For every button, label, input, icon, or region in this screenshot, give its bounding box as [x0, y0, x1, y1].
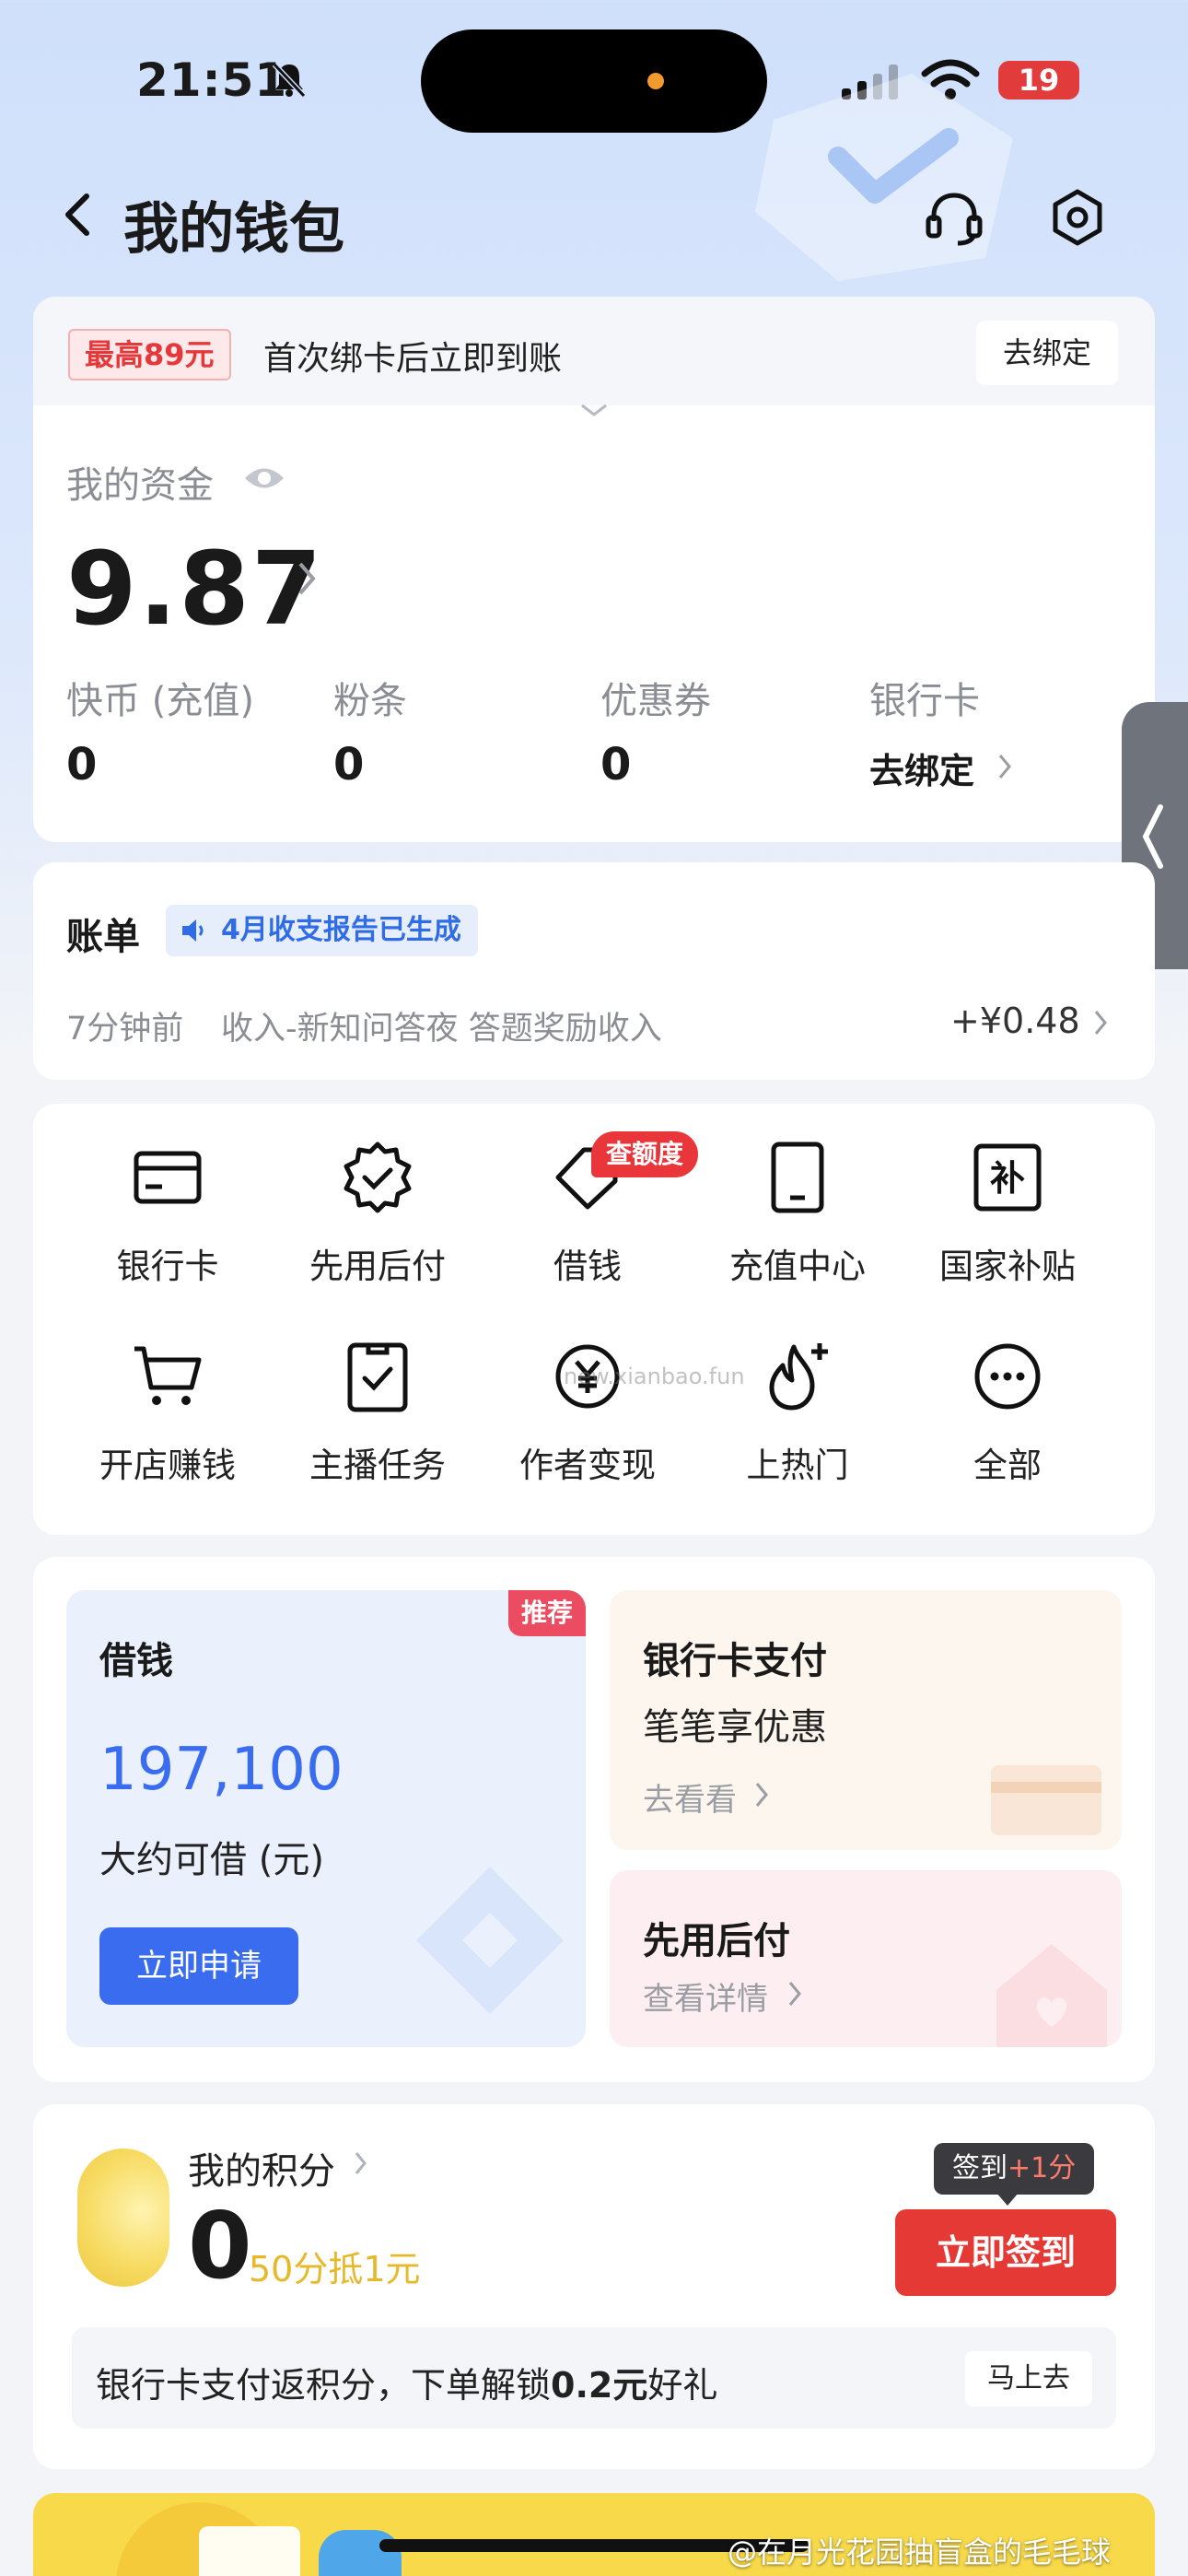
chevron-right-icon	[755, 1783, 768, 1807]
service-label: 作者变现	[519, 1446, 656, 1485]
chevron-down-icon	[581, 404, 607, 416]
promo-text: 首次绑卡后立即到账	[263, 340, 563, 378]
points-title[interactable]: 我的积分	[188, 2141, 335, 2195]
checkin-button[interactable]: 立即签到	[895, 2209, 1116, 2296]
points-value: 0	[188, 2192, 252, 2300]
loan-title: 借钱	[99, 1640, 173, 1682]
camera-indicator	[647, 73, 664, 89]
points-promo-pre: 银行卡支付返积分，下单解锁	[96, 2365, 552, 2406]
funds-value[interactable]: 9.87	[66, 530, 323, 648]
chevron-left-icon	[1142, 804, 1163, 869]
bank-card-label: 银行卡	[869, 680, 980, 722]
service-label: 主播任务	[309, 1446, 446, 1485]
chevron-right-icon	[788, 1982, 801, 2006]
chevron-right-icon	[1094, 1011, 1107, 1035]
shield-decoration-icon	[755, 74, 1013, 281]
service-label: 上热门	[746, 1446, 849, 1485]
service-pay-later[interactable]: 先用后付	[276, 1139, 479, 1295]
card-decoration-icon	[991, 1765, 1101, 1835]
service-topup-center[interactable]: 充值中心	[696, 1139, 899, 1295]
service-bank-card[interactable]: 银行卡	[66, 1139, 269, 1295]
bank-pay-link[interactable]: 去看看	[643, 1774, 737, 1820]
funds-label: 我的资金	[66, 464, 214, 507]
fentiao-label: 粉条	[333, 680, 407, 722]
bill-time: 7分钟前	[66, 1011, 184, 1048]
kuaibi-label: 快币 (充值)	[66, 680, 254, 722]
promo-badge: 最高89元	[68, 329, 231, 381]
page-title: 我的钱包	[123, 197, 344, 262]
service-streamer-tasks[interactable]: 主播任务	[276, 1338, 479, 1494]
bind-card-button[interactable]: 去绑定	[976, 321, 1118, 385]
coupon-value[interactable]: 0	[600, 739, 631, 790]
status-time: 21:51	[136, 53, 288, 107]
service-open-shop[interactable]: 开店赚钱	[66, 1338, 269, 1494]
headset-icon[interactable]	[921, 184, 987, 251]
chevron-right-icon	[998, 755, 1011, 779]
points-promo-text: 银行卡支付返积分，下单解锁0.2元好礼	[96, 2357, 717, 2407]
bind-bank-card-link[interactable]: 去绑定	[869, 743, 974, 793]
points-hint: 50分抵1元	[249, 2249, 421, 2289]
service-all[interactable]: 全部	[906, 1338, 1109, 1494]
subsidy-icon: 补	[973, 1143, 1042, 1212]
chevron-right-icon[interactable]	[295, 558, 319, 599]
service-label: 开店赚钱	[99, 1446, 236, 1485]
apply-now-button[interactable]: 立即申请	[99, 1927, 298, 2005]
dynamic-island	[421, 29, 767, 133]
service-label: 充值中心	[729, 1247, 866, 1286]
watermark-text: new.xianbao.fun	[564, 1364, 745, 1389]
more-icon	[974, 1343, 1041, 1410]
recommend-badge: 推荐	[508, 1590, 586, 1636]
points-promo-post: 好礼	[647, 2365, 718, 2406]
service-label: 借钱	[553, 1247, 622, 1286]
kuaibi-value[interactable]: 0	[66, 739, 97, 790]
service-label: 银行卡	[116, 1247, 219, 1286]
service-label: 全部	[973, 1446, 1042, 1485]
tooltip-pointer	[996, 2193, 1019, 2206]
checkin-tip-text: 签到	[952, 2152, 1007, 2184]
bank-pay-subtitle: 笔笔享优惠	[643, 1706, 827, 1749]
bill-report-tag[interactable]: 4月收支报告已生成	[166, 905, 478, 956]
loan-amount: 197,100	[99, 1736, 344, 1804]
clipboard-check-icon	[347, 1342, 408, 1412]
banner-decoration-icon	[116, 2502, 402, 2576]
house-heart-decoration-icon	[996, 1944, 1107, 2047]
loan-subtitle: 大约可借 (元)	[99, 1839, 324, 1881]
eye-icon[interactable]	[243, 459, 285, 498]
flame-plus-icon	[769, 1343, 828, 1411]
coupon-label: 优惠券	[600, 680, 711, 722]
service-label: 国家补贴	[939, 1247, 1076, 1286]
service-boost-hot[interactable]: 上热门	[696, 1338, 899, 1494]
speaker-icon	[182, 919, 204, 942]
source-credit: @在月光花园抽盲盒的毛毛球	[728, 2535, 1112, 2570]
cart-icon	[134, 1346, 202, 1405]
points-promo-bold: 0.2元	[551, 2365, 648, 2406]
diamond-decoration-icon	[416, 1867, 564, 2014]
fentiao-value[interactable]: 0	[333, 739, 364, 790]
points-coin-icon	[77, 2149, 169, 2287]
pay-later-title: 先用后付	[643, 1920, 790, 1962]
back-arrow-icon[interactable]	[53, 189, 105, 240]
bill-amount: +¥0.48	[950, 1001, 1080, 1041]
credit-check-badge: 查额度	[591, 1131, 699, 1177]
settings-icon[interactable]	[1044, 184, 1111, 251]
phone-icon	[771, 1142, 824, 1213]
mute-bell-icon	[272, 62, 307, 99]
service-creator-monetize[interactable]: 作者变现	[486, 1338, 689, 1494]
verified-badge-icon	[344, 1142, 412, 1213]
checkin-tip-bonus: +1分	[1007, 2152, 1077, 2184]
service-label: 先用后付	[309, 1247, 446, 1286]
bank-pay-title: 银行卡支付	[643, 1640, 827, 1682]
pay-later-link[interactable]: 查看详情	[643, 1973, 768, 2019]
svg-text:补: 补	[990, 1158, 1025, 1199]
checkin-tooltip: 签到+1分	[934, 2143, 1095, 2195]
bill-description: 收入-新知问答夜 答题奖励收入	[221, 1011, 662, 1048]
bank-card-icon	[134, 1151, 202, 1204]
bill-title: 账单	[66, 916, 140, 958]
chevron-right-icon	[355, 2152, 367, 2174]
service-national-subsidy[interactable]: 补 国家补贴	[906, 1139, 1109, 1295]
go-now-button[interactable]: 马上去	[965, 2351, 1092, 2406]
